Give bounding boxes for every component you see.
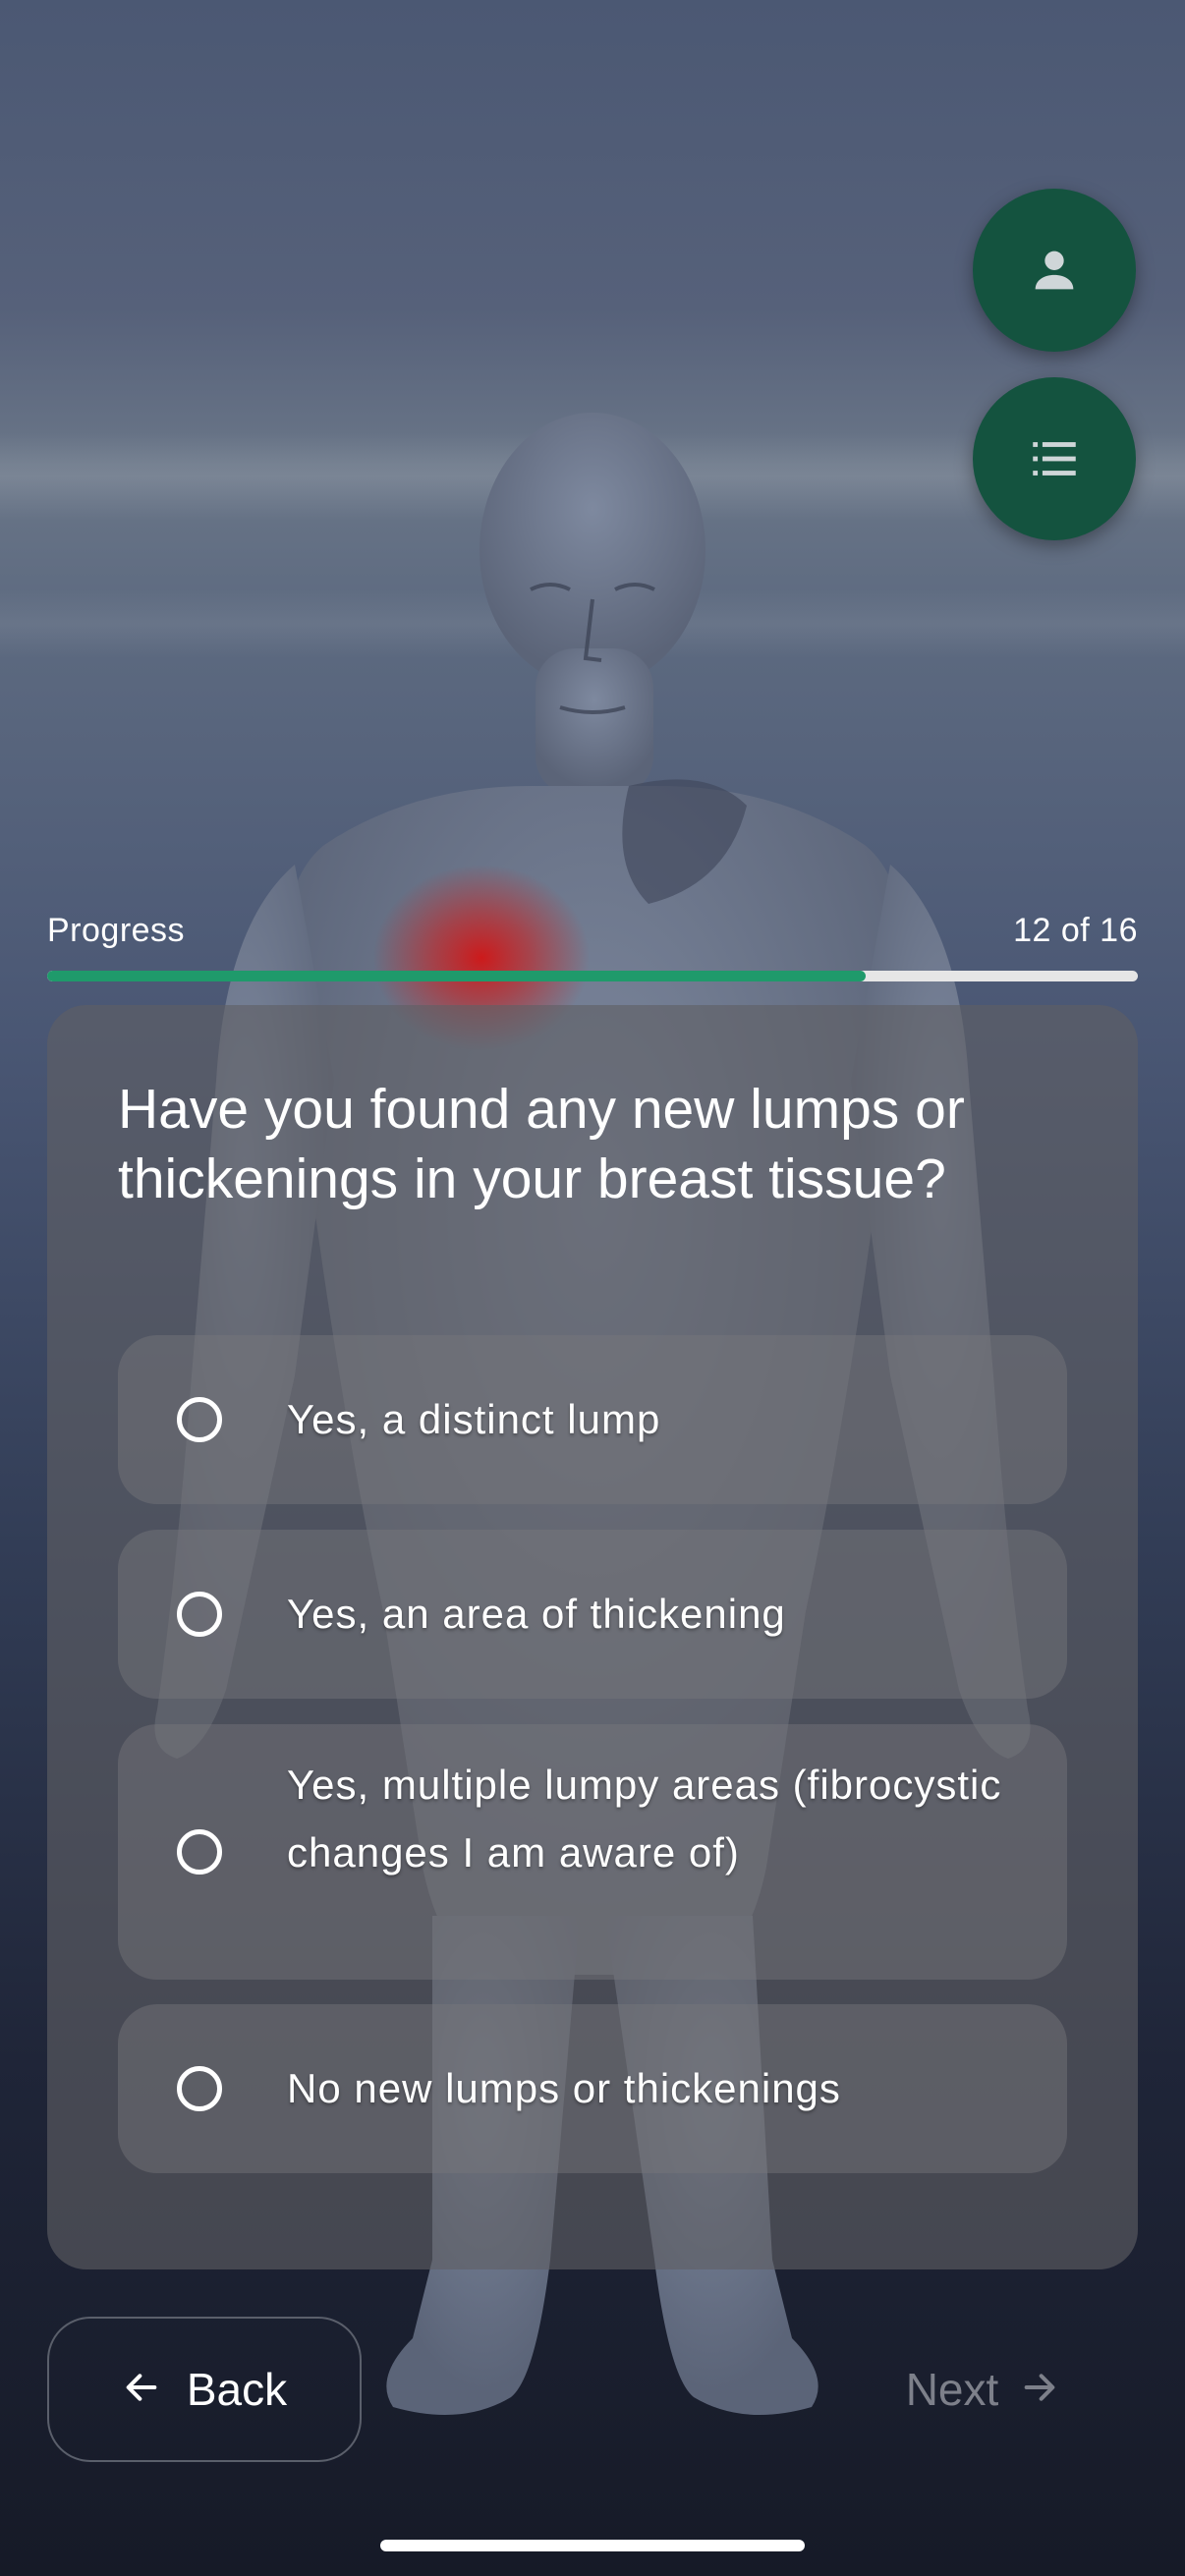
- arrow-right-icon: [1020, 2368, 1059, 2412]
- radio-button[interactable]: [177, 1397, 222, 1442]
- radio-button[interactable]: [177, 1829, 222, 1875]
- radio-button[interactable]: [177, 1592, 222, 1637]
- arrow-left-icon: [122, 2368, 161, 2412]
- option-distinct-lump[interactable]: Yes, a distinct lump: [118, 1335, 1067, 1504]
- question-list-button[interactable]: [973, 377, 1136, 540]
- back-label: Back: [186, 2364, 288, 2415]
- option-label: Yes, an area of thickening: [287, 1591, 786, 1637]
- progress-bar: [47, 971, 1138, 981]
- profile-button[interactable]: [973, 189, 1136, 352]
- radio-button[interactable]: [177, 2066, 222, 2111]
- option-thickening[interactable]: Yes, an area of thickening: [118, 1530, 1067, 1699]
- option-label: No new lumps or thickenings: [287, 2065, 841, 2111]
- option-no-new-lumps[interactable]: No new lumps or thickenings: [118, 2004, 1067, 2173]
- next-label: Next: [905, 2364, 999, 2415]
- option-label: Yes, a distinct lump: [287, 1396, 661, 1442]
- option-multiple-lumpy-areas[interactable]: Yes, multiple lumpy areas (fibrocystic c…: [118, 1724, 1067, 1980]
- progress-label: Progress: [47, 912, 186, 949]
- home-indicator: [380, 2540, 805, 2551]
- person-icon: [1035, 251, 1074, 290]
- back-button[interactable]: Back: [47, 2317, 362, 2462]
- progress-count: 12 of 16: [1013, 912, 1138, 949]
- list-icon: [1033, 442, 1076, 476]
- next-button[interactable]: Next: [865, 2317, 1100, 2462]
- question-text: Have you found any new lumps or thickeni…: [118, 1078, 965, 1210]
- progress-bar-fill: [47, 971, 866, 981]
- option-label: Yes, multiple lumpy areas (fibrocystic c…: [287, 1762, 1002, 1876]
